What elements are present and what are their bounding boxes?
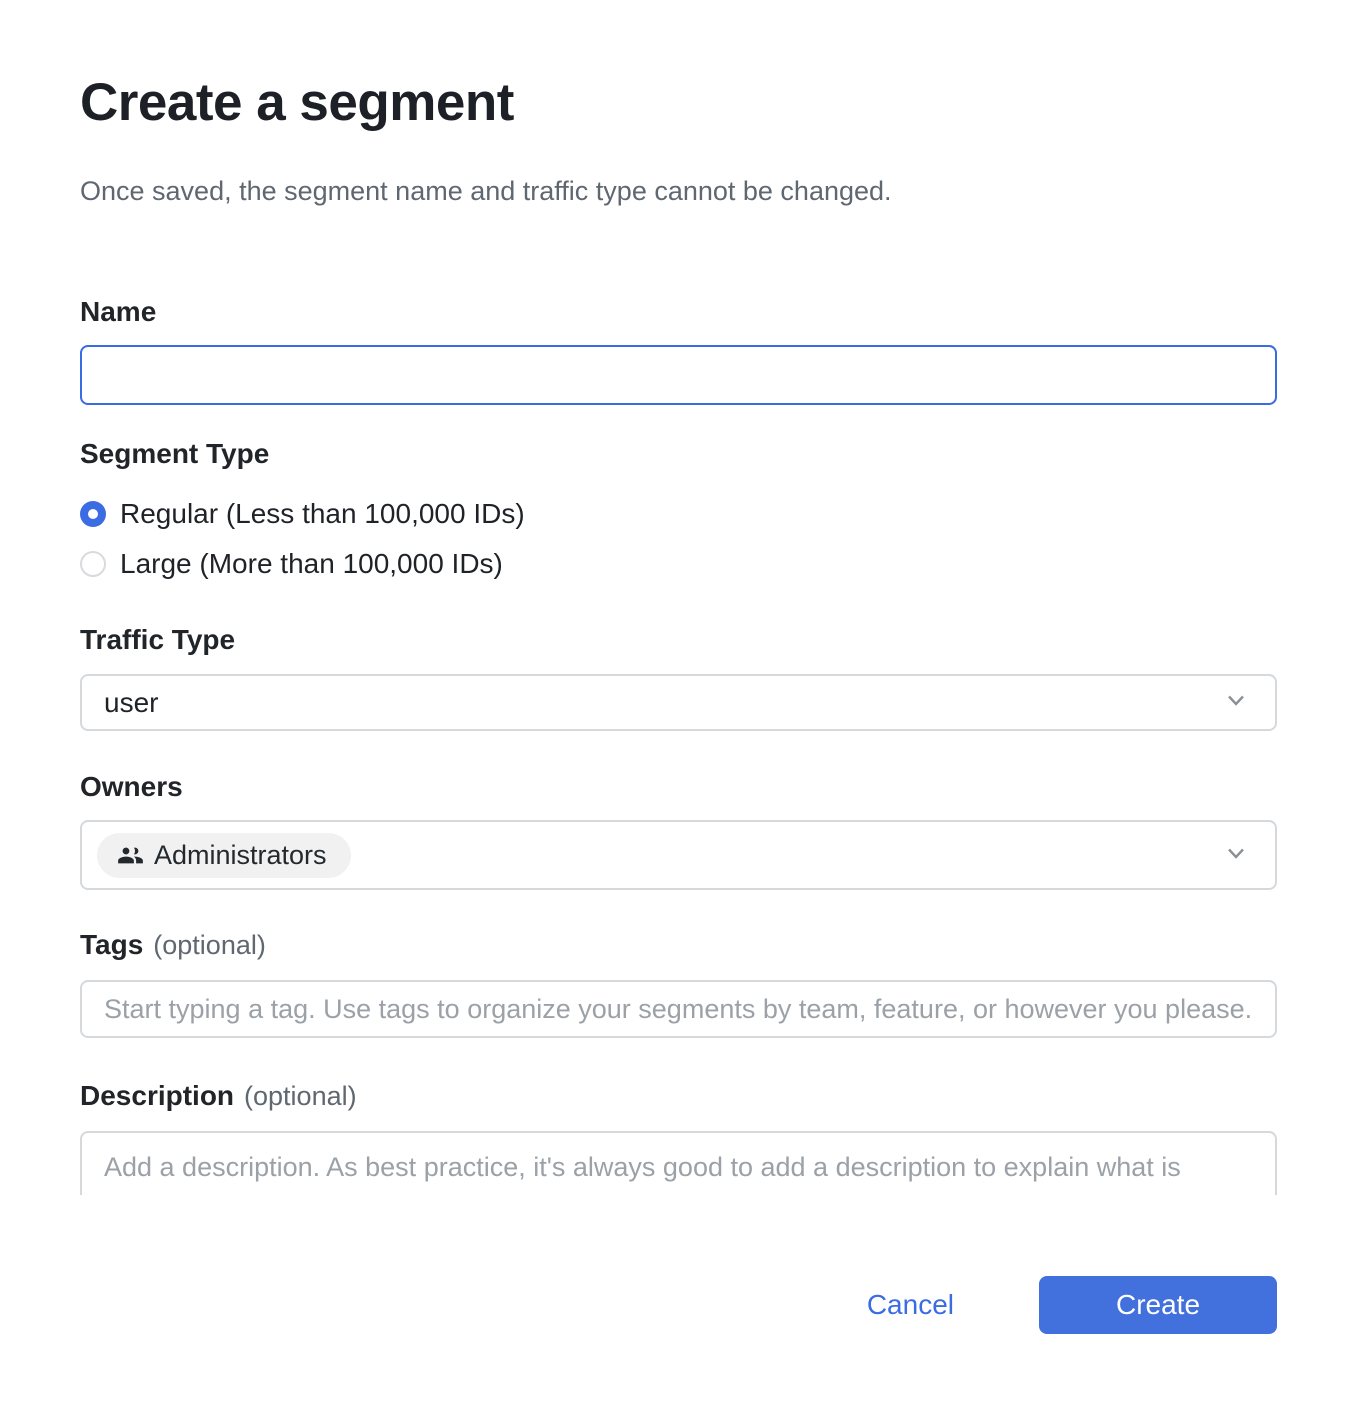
description-clip-region — [80, 1131, 1277, 1195]
radio-option-label: Large (More than 100,000 IDs) — [120, 548, 503, 580]
name-input[interactable] — [80, 345, 1277, 405]
create-segment-modal: Create a segment Once saved, the segment… — [0, 0, 1354, 1410]
tags-input[interactable] — [80, 980, 1277, 1038]
tags-label: Tags (optional) — [80, 931, 1277, 959]
radio-option-regular[interactable]: Regular (Less than 100,000 IDs) — [80, 489, 1277, 539]
modal-subtitle: Once saved, the segment name and traffic… — [80, 176, 1277, 206]
tags-optional-text: (optional) — [153, 930, 266, 960]
radio-option-large[interactable]: Large (More than 100,000 IDs) — [80, 539, 1277, 589]
traffic-type-select[interactable]: user — [80, 674, 1277, 731]
owner-chip[interactable]: Administrators — [97, 833, 351, 878]
traffic-type-value: user — [104, 687, 158, 719]
description-label-text: Description — [80, 1080, 234, 1111]
chevron-down-icon — [1221, 685, 1251, 720]
description-label: Description (optional) — [80, 1082, 1277, 1110]
cancel-button[interactable]: Cancel — [867, 1289, 954, 1321]
owner-chip-label: Administrators — [154, 840, 327, 871]
owners-label: Owners — [80, 773, 1277, 801]
segment-type-label: Segment Type — [80, 440, 1277, 468]
traffic-type-label: Traffic Type — [80, 626, 1277, 654]
tags-label-text: Tags — [80, 929, 143, 960]
description-textarea[interactable] — [80, 1131, 1277, 1195]
page-title: Create a segment — [80, 75, 1277, 131]
description-optional-text: (optional) — [244, 1081, 357, 1111]
owners-select[interactable]: Administrators — [80, 820, 1277, 890]
radio-selected-icon[interactable] — [80, 501, 106, 527]
create-button[interactable]: Create — [1039, 1276, 1277, 1334]
people-icon — [117, 842, 144, 869]
name-label: Name — [80, 298, 1277, 326]
radio-option-label: Regular (Less than 100,000 IDs) — [120, 498, 525, 530]
segment-type-radio-group: Regular (Less than 100,000 IDs) Large (M… — [80, 489, 1277, 589]
radio-unselected-icon[interactable] — [80, 551, 106, 577]
chevron-down-icon — [1221, 838, 1251, 873]
modal-footer: Cancel Create — [80, 1276, 1277, 1334]
